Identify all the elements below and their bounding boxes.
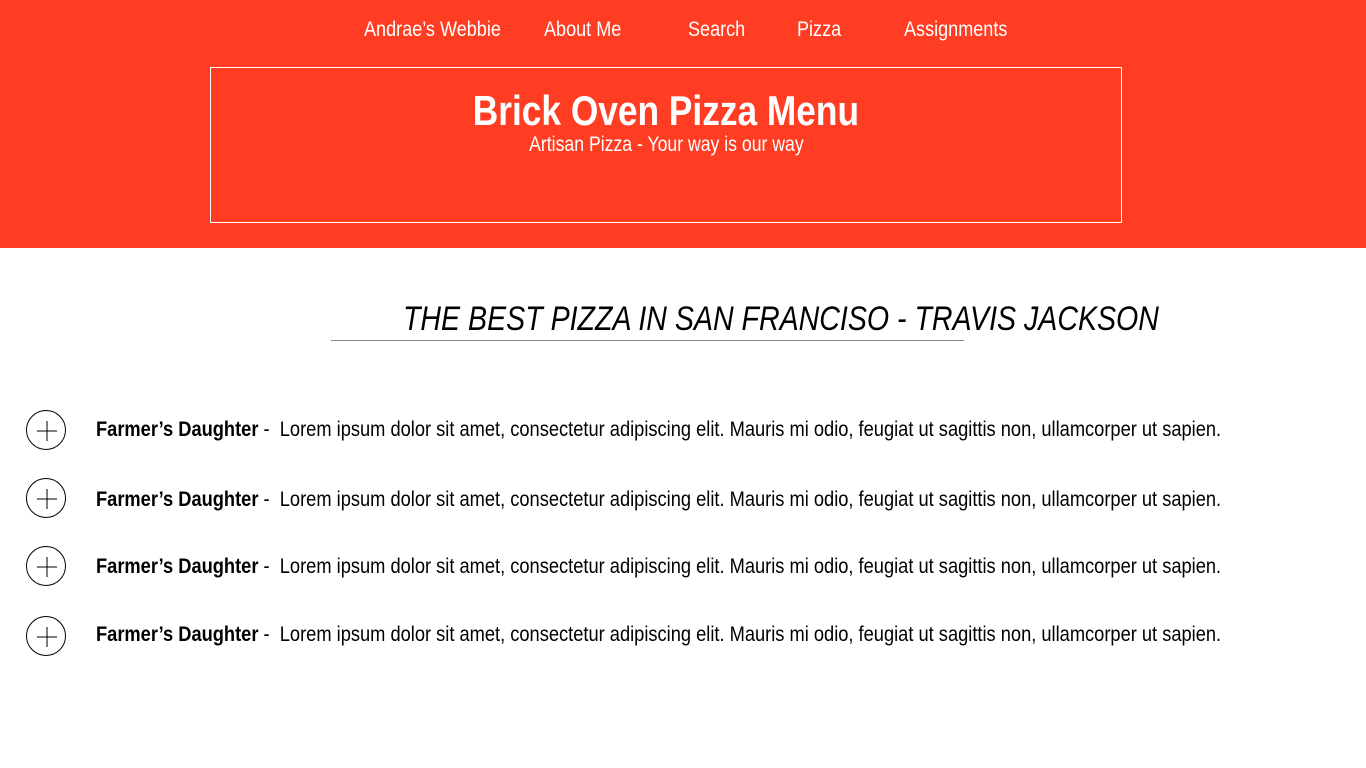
menu-item-text: Farmer’s Daughter - Lorem ipsum dolor si… <box>96 486 1221 514</box>
nav-link-assignments[interactable]: Assignments <box>904 14 1007 46</box>
menu-item-name: Farmer’s Daughter <box>96 555 259 578</box>
menu-item-separator: - <box>258 418 280 441</box>
plus-circle-icon[interactable] <box>26 478 66 518</box>
nav-link-about-me[interactable]: About Me <box>544 14 621 46</box>
plus-circle-icon[interactable] <box>26 546 66 586</box>
menu-item-description: Lorem ipsum dolor sit amet, consectetur … <box>279 623 1222 646</box>
menu-item-name: Farmer’s Daughter <box>96 488 259 511</box>
section-heading: THE BEST PIZZA IN SAN FRANCISO - TRAVIS … <box>331 298 1159 341</box>
menu-item: Farmer’s Daughter - Lorem ipsum dolor si… <box>26 410 1346 454</box>
menu-item-description: Lorem ipsum dolor sit amet, consectetur … <box>279 488 1222 511</box>
menu-item-separator: - <box>258 555 280 578</box>
menu-item-separator: - <box>258 488 280 511</box>
menu-item-text: Farmer’s Daughter - Lorem ipsum dolor si… <box>96 416 1221 444</box>
hero-banner: Brick Oven Pizza Menu Artisan Pizza - Yo… <box>210 67 1122 223</box>
plus-circle-icon[interactable] <box>26 410 66 450</box>
menu-item-description: Lorem ipsum dolor sit amet, consectetur … <box>279 418 1222 441</box>
plus-circle-icon[interactable] <box>26 616 66 656</box>
menu-item-text: Farmer’s Daughter - Lorem ipsum dolor si… <box>96 553 1221 581</box>
menu-item: Farmer’s Daughter - Lorem ipsum dolor si… <box>26 616 1346 660</box>
menu-item-separator: - <box>258 623 280 646</box>
menu-item-name: Farmer’s Daughter <box>96 418 259 441</box>
menu-item: Farmer’s Daughter - Lorem ipsum dolor si… <box>26 546 1346 590</box>
menu-item: Farmer’s Daughter - Lorem ipsum dolor si… <box>26 478 1346 522</box>
menu-item-text: Farmer’s Daughter - Lorem ipsum dolor si… <box>96 621 1221 649</box>
nav-link-home[interactable]: Andrae’s Webbie <box>364 14 501 46</box>
menu-item-description: Lorem ipsum dolor sit amet, consectetur … <box>279 555 1222 578</box>
page-title: Brick Oven Pizza Menu <box>472 87 860 134</box>
site-header: Andrae’s Webbie About Me Search Pizza As… <box>0 0 1366 248</box>
menu-item-name: Farmer’s Daughter <box>96 623 259 646</box>
page-subtitle: Artisan Pizza - Your way is our way <box>528 133 804 156</box>
nav-link-pizza[interactable]: Pizza <box>797 14 841 46</box>
nav-link-search[interactable]: Search <box>688 14 745 46</box>
